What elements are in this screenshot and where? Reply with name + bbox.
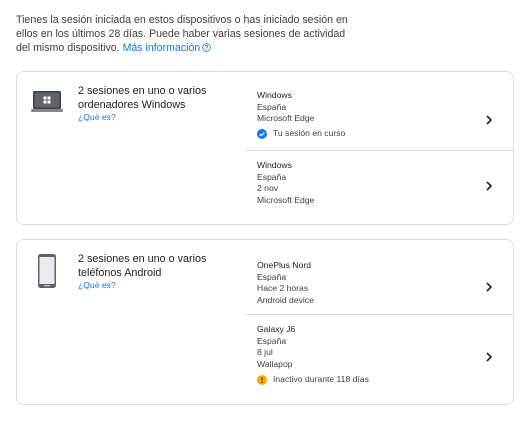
- status-label: Tu sesión en curso: [273, 128, 346, 139]
- chevron-right-icon: [486, 352, 493, 362]
- intro-text: Tienes la sesión iniciada en estos dispo…: [16, 13, 361, 55]
- device-group-android: 2 sesiones en uno o varios teléfonos And…: [16, 239, 514, 405]
- session-time: Hace 2 horas: [257, 283, 309, 294]
- session-app: Android device: [257, 295, 314, 306]
- session-details: OnePlus Nord España Hace 2 horas Android…: [257, 260, 314, 307]
- group-summary: 2 sesiones en uno o varios ordenadores W…: [78, 84, 228, 123]
- what-is-link[interactable]: ¿Qué es?: [78, 112, 228, 123]
- session-location: España: [257, 335, 287, 346]
- session-location: España: [257, 171, 287, 182]
- session-details: Galaxy J6 España 8 jul Wallapop Inactivo…: [257, 324, 369, 386]
- chevron-right-icon: [486, 281, 493, 292]
- session-status: Inactivo durante 118 días: [257, 374, 369, 386]
- android-phone-icon: [38, 254, 56, 288]
- session-location: España: [257, 271, 287, 282]
- session-browser: Microsoft Edge: [257, 113, 315, 124]
- session-row[interactable]: Windows España 2 nov Microsoft Edge: [245, 160, 513, 212]
- session-app: Wallapop: [257, 359, 293, 370]
- session-device-name: Windows: [257, 90, 292, 100]
- session-date: 2 nov: [257, 183, 279, 194]
- help-circle-icon: [202, 43, 212, 52]
- session-details: Windows España Microsoft Edge Tu sesión …: [257, 90, 345, 140]
- session-status: Tu sesión en curso: [257, 128, 345, 140]
- session-device-name: Galaxy J6: [257, 324, 296, 334]
- session-date: 8 jul: [257, 347, 273, 358]
- session-details: Windows España 2 nov Microsoft Edge: [257, 160, 314, 207]
- session-row[interactable]: OnePlus Nord España Hace 2 horas Android…: [245, 260, 513, 313]
- session-location: España: [257, 101, 287, 112]
- more-info-link[interactable]: Más información: [123, 42, 212, 54]
- group-summary: 2 sesiones en uno o varios teléfonos And…: [78, 252, 228, 291]
- session-row[interactable]: Windows España Microsoft Edge Tu sesión …: [245, 90, 513, 150]
- summary-text: 2 sesiones en uno o varios ordenadores W…: [78, 85, 207, 111]
- device-group-windows: 2 sesiones en uno o varios ordenadores W…: [16, 71, 514, 225]
- session-device-name: Windows: [257, 160, 292, 170]
- session-divider: [245, 314, 513, 315]
- warning-circle-icon: [257, 374, 267, 385]
- status-label: Inactivo durante 118 días: [273, 373, 369, 384]
- session-device-name: OnePlus Nord: [257, 260, 311, 270]
- session-row[interactable]: Galaxy J6 España 8 jul Wallapop Inactivo…: [245, 324, 513, 390]
- session-divider: [245, 150, 513, 151]
- what-is-link[interactable]: ¿Qué es?: [78, 280, 228, 291]
- chevron-right-icon: [486, 181, 493, 191]
- laptop-windows-icon: [31, 91, 63, 112]
- summary-text: 2 sesiones en uno o varios teléfonos And…: [78, 253, 207, 279]
- session-browser: Microsoft Edge: [257, 195, 315, 206]
- chevron-right-icon: [486, 115, 493, 125]
- check-circle-icon: [257, 128, 267, 139]
- more-info-label: Más información: [122, 42, 201, 54]
